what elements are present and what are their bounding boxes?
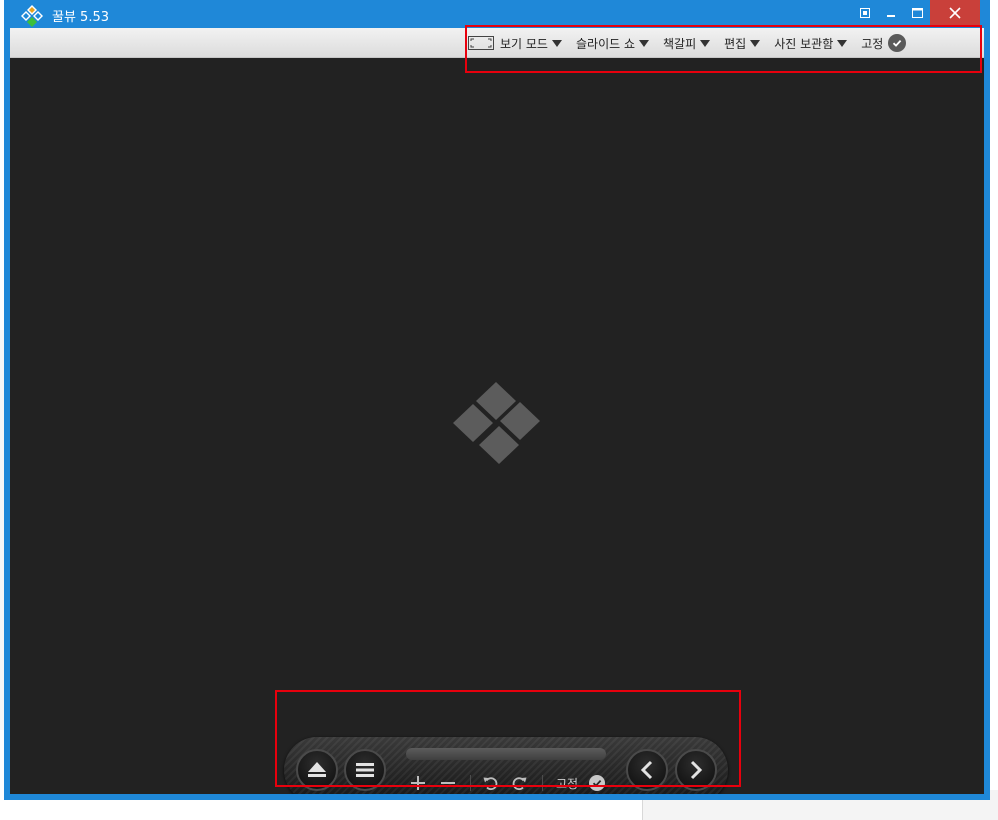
highlight-box-menu	[465, 25, 982, 73]
center-logo-icon	[453, 382, 540, 464]
highlight-box-controls	[275, 690, 741, 787]
app-logo-icon	[21, 5, 43, 27]
minimize-icon	[887, 15, 895, 17]
maximize-icon	[911, 8, 923, 18]
minimize-button[interactable]	[878, 0, 904, 26]
title-bar[interactable]: 꿀뷰 5.53	[4, 0, 990, 28]
close-icon	[949, 7, 961, 19]
capture-icon	[860, 8, 870, 18]
app-window: 꿀뷰 5.53 보기 모드 슬라이드 쇼 책갈피 편집 사진 보관함 고정 고정	[4, 0, 990, 800]
viewer-area[interactable]: 보기 모드 슬라이드 쇼 책갈피 편집 사진 보관함 고정 고정	[10, 28, 984, 794]
maximize-button[interactable]	[904, 0, 930, 26]
app-title: 꿀뷰 5.53	[52, 10, 109, 25]
close-button[interactable]	[930, 0, 980, 26]
capture-button[interactable]	[852, 0, 878, 26]
